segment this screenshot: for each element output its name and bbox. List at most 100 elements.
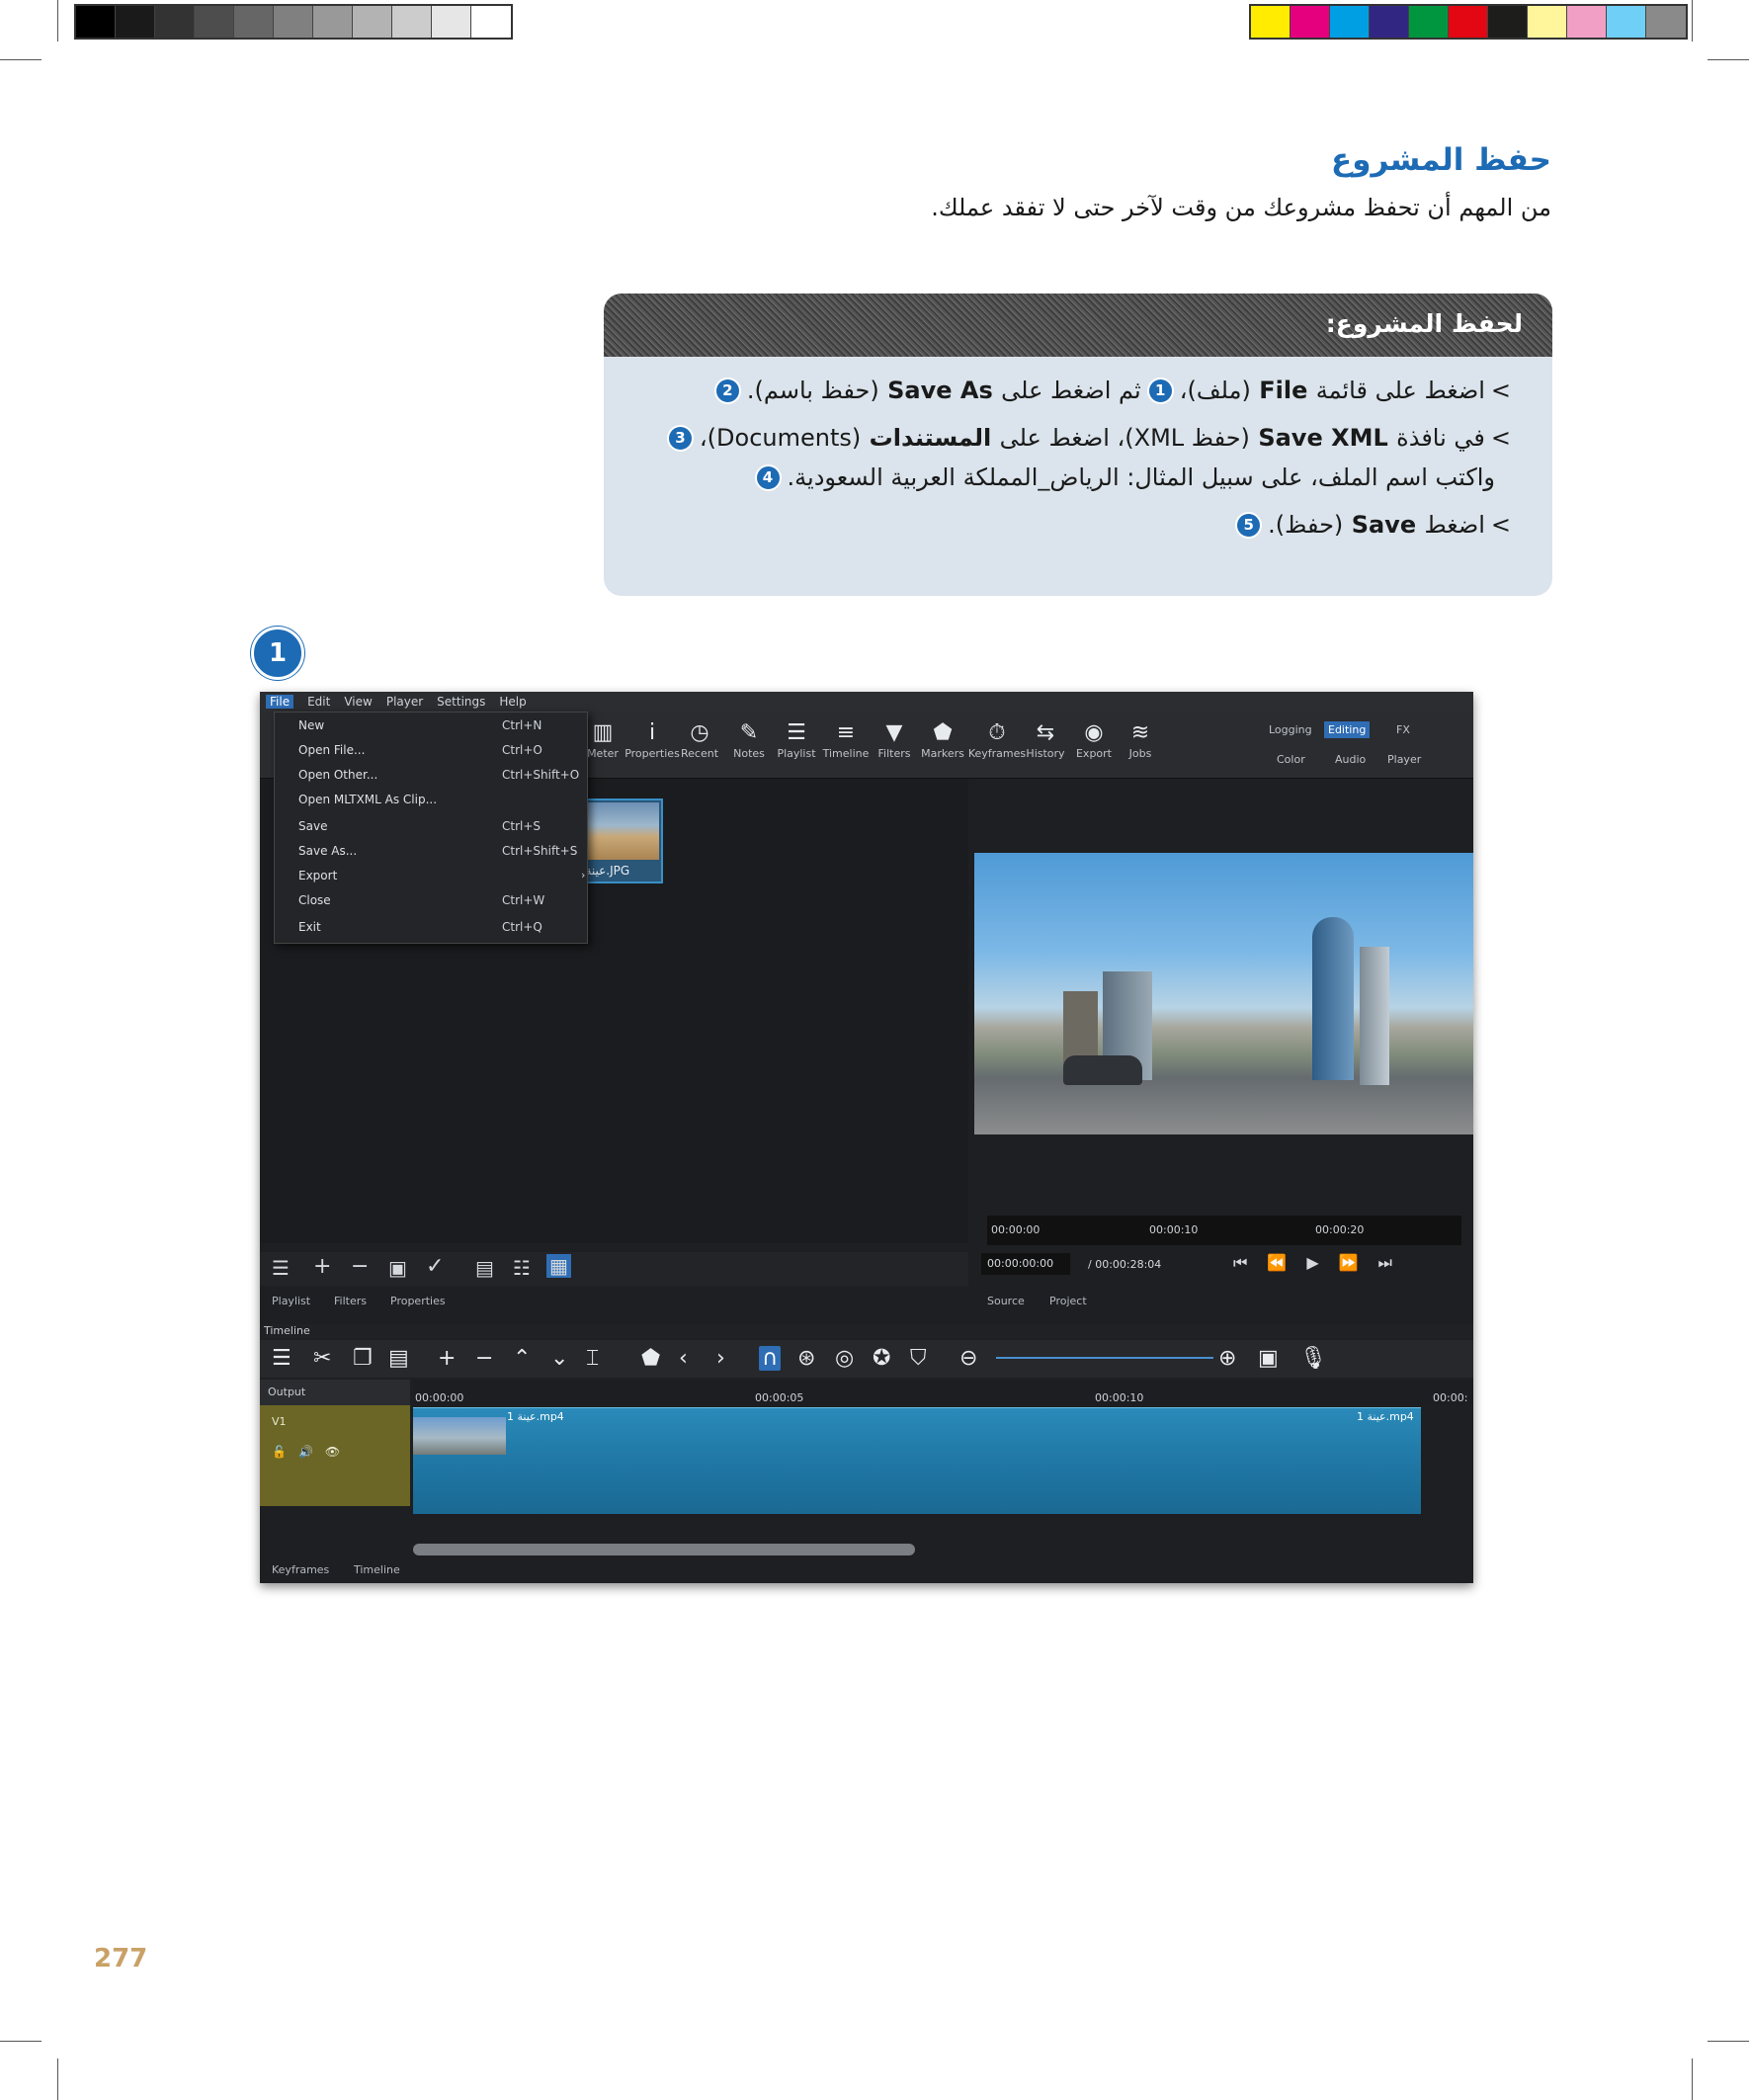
append-icon[interactable]: + xyxy=(438,1346,456,1371)
step-text: اضغط xyxy=(1424,511,1485,539)
layout-editing[interactable]: Editing xyxy=(1324,721,1371,738)
instruction-box: لحفظ المشروع: > اضغط على قائمة File (ملف… xyxy=(604,294,1552,596)
snap-icon[interactable]: ∩ xyxy=(759,1346,782,1371)
transport-controls[interactable]: ⏮⏪▶⏩⏭ xyxy=(1233,1253,1412,1273)
source-ruler[interactable]: 00:00:00 00:00:10 00:00:20 xyxy=(987,1216,1461,1245)
grid-view-icon[interactable]: ▦ xyxy=(546,1254,571,1278)
marker-icon[interactable]: ⬟ xyxy=(641,1346,660,1371)
menu-item-new[interactable]: New xyxy=(298,718,324,732)
ripple-all-icon[interactable]: ✪ xyxy=(873,1346,890,1371)
page-number: 277 xyxy=(94,1944,148,1974)
marker-icon: ⬟ xyxy=(933,720,953,745)
layout-logging[interactable]: Logging xyxy=(1269,723,1312,736)
layout-color[interactable]: Color xyxy=(1277,753,1305,766)
prev-marker-icon[interactable]: ‹ xyxy=(679,1346,688,1371)
ruler-tick: 00:00:10 xyxy=(1149,1223,1199,1236)
step-badge: 2 xyxy=(713,377,741,404)
list-view-icon[interactable]: ☷ xyxy=(513,1256,531,1280)
app-screenshot: File Edit View Player Settings Help ▥ Met… xyxy=(260,692,1473,1583)
timecode-field[interactable]: 00:00:00:00 xyxy=(981,1253,1070,1275)
menu-item-open-other[interactable]: Open Other... xyxy=(298,768,377,782)
menu-item-exit[interactable]: Exit xyxy=(298,920,321,934)
copy-icon[interactable]: ❐ xyxy=(353,1346,373,1371)
output-track: Output xyxy=(260,1380,410,1405)
check-icon[interactable]: ✓ xyxy=(426,1254,444,1279)
timeline-ruler[interactable]: 00:00:00 00:00:05 00:00:10 00:00: xyxy=(413,1380,1473,1405)
timeline-clip[interactable] xyxy=(413,1407,1421,1514)
next-marker-icon[interactable]: › xyxy=(716,1346,725,1371)
layout-audio[interactable]: Audio xyxy=(1335,753,1366,766)
tower-shape xyxy=(1312,917,1354,1080)
tab-properties[interactable]: Properties xyxy=(390,1295,446,1307)
ruler-tick: 00:00:20 xyxy=(1315,1223,1365,1236)
menu-item-save-as[interactable]: Save As... xyxy=(298,844,357,858)
menu-item-open-mltxml[interactable]: Open MLTXML As Clip... xyxy=(298,793,437,806)
record-audio-icon[interactable]: 🎙 xyxy=(1299,1346,1327,1371)
step-badge: 5 xyxy=(1235,511,1263,539)
menu-file[interactable]: File xyxy=(266,695,294,709)
menu-player[interactable]: Player xyxy=(386,695,423,709)
track-v1-label: V1 xyxy=(272,1415,287,1428)
ripple-markers-icon[interactable]: ⛉ xyxy=(910,1346,927,1371)
color-bar xyxy=(1249,4,1688,40)
file-menu: New Ctrl+N Open File... Ctrl+O Open Othe… xyxy=(274,712,588,944)
tab-filters[interactable]: Filters xyxy=(334,1295,367,1307)
instruction-header: لحفظ المشروع: xyxy=(604,294,1552,357)
step-text: (حفظ باسم). xyxy=(746,377,879,404)
layout-player[interactable]: Player xyxy=(1387,753,1421,766)
tower-shape xyxy=(1360,947,1389,1085)
tab-playlist[interactable]: Playlist xyxy=(272,1295,310,1307)
menu-settings[interactable]: Settings xyxy=(437,695,485,709)
details-view-icon[interactable]: ▤ xyxy=(475,1256,494,1280)
step-badge: 1 xyxy=(1146,377,1174,404)
scrub-icon[interactable]: ⊛ xyxy=(797,1346,815,1371)
step-text: (حفظ). xyxy=(1268,511,1344,539)
add-icon[interactable]: + xyxy=(313,1254,331,1279)
ruler-tick: 00:00:00 xyxy=(991,1223,1041,1236)
tab-project[interactable]: Project xyxy=(1049,1295,1087,1307)
menu-icon[interactable]: ☰ xyxy=(272,1346,292,1371)
car-shape xyxy=(1063,1055,1142,1085)
update-icon[interactable]: ▣ xyxy=(388,1256,407,1280)
menu-view[interactable]: View xyxy=(344,695,372,709)
ripple-icon[interactable]: ◎ xyxy=(835,1346,854,1371)
remove-icon[interactable]: − xyxy=(475,1346,493,1371)
split-icon[interactable]: ⌶ xyxy=(586,1346,599,1371)
remove-icon[interactable]: − xyxy=(351,1254,369,1279)
step-marker: > xyxy=(1490,424,1511,452)
step-badge: 3 xyxy=(666,424,694,452)
cut-icon[interactable]: ✂ xyxy=(313,1346,331,1371)
step-line: > اضغط Save (حفظ). 5 xyxy=(604,505,1511,545)
overwrite-icon[interactable]: ⌄ xyxy=(550,1346,568,1371)
zoom-slider[interactable] xyxy=(996,1357,1213,1359)
zoom-fit-icon[interactable]: ▣ xyxy=(1258,1346,1279,1371)
video-preview xyxy=(974,853,1473,1134)
menu-item-close[interactable]: Close xyxy=(298,893,331,907)
zoom-out-icon[interactable]: ⊖ xyxy=(959,1346,977,1371)
shortcut: Ctrl+S xyxy=(502,819,541,833)
intro-text: من المهم أن تحفظ مشروعك من وقت لآخر حتى … xyxy=(931,194,1551,221)
clip-label: عينة 1.mp4 xyxy=(1357,1410,1414,1423)
menu-item-export[interactable]: Export xyxy=(298,869,337,882)
menu-icon[interactable]: ☰ xyxy=(272,1256,290,1280)
tab-keyframes[interactable]: Keyframes xyxy=(272,1563,329,1576)
tab-source[interactable]: Source xyxy=(987,1295,1025,1307)
track-controls[interactable]: 🔓🔊👁 xyxy=(272,1445,352,1459)
menu-help[interactable]: Help xyxy=(499,695,526,709)
shortcut: Ctrl+O xyxy=(502,743,542,757)
zoom-in-icon[interactable]: ⊕ xyxy=(1218,1346,1236,1371)
step-keyword: Save As xyxy=(887,377,993,404)
menu-edit[interactable]: Edit xyxy=(307,695,330,709)
menu-item-save[interactable]: Save xyxy=(298,819,327,833)
tab-timeline[interactable]: Timeline xyxy=(354,1563,400,1576)
horizontal-scrollbar[interactable] xyxy=(413,1544,915,1555)
menu-item-open-file[interactable]: Open File... xyxy=(298,743,365,757)
layout-fx[interactable]: FX xyxy=(1396,723,1410,736)
timeline-toolbar: ☰ ✂ ❐ ▤ + − ⌃ ⌄ ⌶ ⬟ ‹ › ∩ ⊛ ◎ ✪ ⛉ ⊖ ⊕ ▣ … xyxy=(260,1340,1473,1378)
lift-icon[interactable]: ⌃ xyxy=(513,1346,531,1371)
jobs-icon: ≋ xyxy=(1130,720,1150,745)
paste-icon[interactable]: ▤ xyxy=(388,1346,409,1371)
callout-1: 1 xyxy=(251,627,304,680)
toolbar-jobs[interactable]: ≋ Jobs xyxy=(1111,719,1170,760)
toolbar-markers[interactable]: ⬟ Markers xyxy=(913,719,972,760)
